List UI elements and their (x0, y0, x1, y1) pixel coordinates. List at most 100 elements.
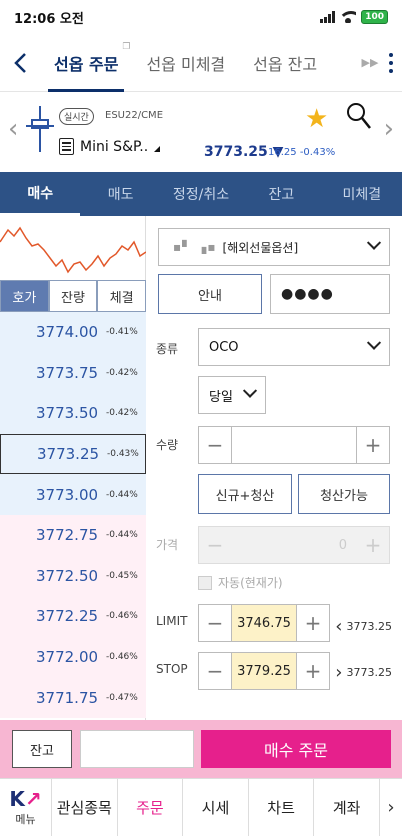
quantity-minus-button[interactable]: − (199, 427, 231, 463)
chevron-down-icon (366, 335, 382, 350)
nav-order[interactable]: 주문 (118, 779, 184, 836)
limit-minus-button[interactable]: − (199, 605, 231, 641)
account-number-masked: ▪▘ ▗▪ (173, 240, 217, 254)
new-close-button[interactable]: 신규+청산 (198, 474, 292, 514)
balance-button[interactable]: 잔고 (12, 730, 72, 768)
instrument-name: Mini S&P.. (80, 138, 149, 155)
next-instrument-icon[interactable]: › (384, 114, 394, 144)
order-form: ▪▘ ▗▪ [해외선물옵션] 안내 ●●●● 종류 OCO 당일 수량 − + … (146, 216, 402, 720)
order-type-value: OCO (209, 339, 239, 355)
orderbook-list: 3774.00 -0.41% 3773.75 -0.42% 3773.50 -0.42… (0, 312, 146, 718)
chevron-down-icon (242, 383, 258, 398)
orderbook-row[interactable]: 3773.75 -0.42% (0, 352, 146, 394)
chevron-right-icon: › (335, 662, 343, 683)
tab-balance[interactable]: 잔고 (241, 172, 321, 216)
limit-label: LIMIT (156, 614, 188, 628)
buy-order-button[interactable]: 매수 주문 (201, 730, 391, 768)
kiwoom-logo-icon: K↗ (9, 786, 42, 811)
tab-futures-unfilled[interactable]: 선옵 미체결 (132, 34, 239, 92)
price-plus-button: + (364, 533, 382, 557)
orderbook-row[interactable]: 3773.50 -0.42% (0, 393, 146, 434)
order-type-tabs: 매수 매도 정정/취소 잔고 미체결 (0, 172, 402, 216)
tab-scroll-right-icon[interactable]: ▶▶ (360, 34, 380, 92)
stop-stepper: − 3779.25 + (198, 652, 330, 690)
nav-more-icon[interactable]: › (380, 779, 402, 836)
checkbox-icon (198, 575, 212, 590)
price-label: 가격 (156, 538, 179, 552)
orderbook-row[interactable]: 3771.75 -0.47% (0, 677, 146, 718)
stop-plus-button[interactable]: + (297, 653, 329, 689)
prev-instrument-icon[interactable]: ‹ (8, 114, 18, 144)
nav-quotes[interactable]: 시세 (183, 779, 249, 836)
signal-icon (320, 11, 336, 23)
menu-label: 메뉴 (15, 812, 36, 826)
orderbook-row[interactable]: 3773.00 -0.44% (0, 474, 146, 515)
external-window-icon: ❐ (122, 41, 131, 52)
tab-buy[interactable]: 매수 (0, 172, 81, 216)
bottom-navigation: K↗ 메뉴 관심종목 주문 시세 차트 계좌 › (0, 778, 402, 836)
tab-modify-cancel[interactable]: 정정/취소 (161, 172, 241, 216)
orderbook-row[interactable]: 3772.50 -0.45% (0, 555, 146, 597)
orderbook-panel: 호가 잔량 체결 3774.00 -0.41% 3773.75 -0.42% 377… (0, 216, 147, 720)
closable-button[interactable]: 청산가능 (298, 474, 390, 514)
auto-current-price-checkbox[interactable]: 자동(현재가) (198, 574, 283, 591)
stop-price-input[interactable]: 3779.25 (231, 653, 297, 689)
nav-chart[interactable]: 차트 (249, 779, 315, 836)
orderbook-row[interactable]: 3772.75 -0.44% (0, 514, 146, 556)
empty-field (80, 730, 194, 768)
instrument-header: ‹ 실시간 ESU22/CME Mini S&P.. ★ 3773.25 ▼ 1… (0, 92, 402, 172)
tab-futures-balance[interactable]: 선옵 잔고 (239, 34, 331, 92)
quantity-label: 수량 (156, 438, 179, 452)
price-minus-button: − (206, 533, 224, 557)
orderbook-row[interactable]: 3772.00 -0.46% (0, 636, 146, 678)
back-button[interactable] (0, 34, 40, 92)
tab-sell[interactable]: 매도 (80, 172, 160, 216)
order-type-select[interactable]: OCO (198, 328, 390, 366)
price-input: 0 (338, 537, 347, 553)
instrument-list-icon (59, 138, 74, 155)
back-arrow-icon (14, 52, 26, 73)
type-label: 종류 (156, 342, 179, 356)
dropdown-corner-icon (148, 146, 160, 152)
segment-remaining[interactable]: 잔량 (48, 280, 98, 312)
nav-watchlist[interactable]: 관심종목 (52, 779, 118, 836)
more-menu-icon[interactable] (380, 34, 402, 92)
price-stepper: − 0 + (198, 526, 390, 564)
order-action-bar: 잔고 매수 주문 (0, 720, 402, 778)
limit-plus-button[interactable]: + (297, 605, 329, 641)
term-select[interactable]: 당일 (198, 376, 266, 414)
search-icon[interactable] (346, 102, 372, 130)
term-value: 당일 (209, 389, 233, 405)
price-change: 16.25 -0.43% (268, 147, 336, 158)
quantity-plus-button[interactable]: + (357, 427, 389, 463)
orderbook-row[interactable]: 3772.25 -0.46% (0, 596, 146, 637)
limit-stepper: − 3746.75 + (198, 604, 330, 642)
orderbook-row[interactable]: 3774.00 -0.41% (0, 312, 146, 353)
nav-account[interactable]: 계좌 (314, 779, 380, 836)
tab-label: 선옵 주문 (54, 54, 119, 74)
quantity-input[interactable] (231, 427, 357, 463)
limit-reference: ‹ 3773.25 (335, 616, 392, 637)
segment-executed[interactable]: 체결 (97, 280, 147, 312)
stop-minus-button[interactable]: − (199, 653, 231, 689)
menu-button[interactable]: K↗ 메뉴 (0, 779, 52, 836)
tab-futures-order[interactable]: 선옵 주문 ❐ (40, 34, 132, 92)
guide-button[interactable]: 안내 (158, 274, 262, 314)
battery-icon: 100 (361, 10, 388, 24)
chevron-down-icon (366, 235, 382, 250)
account-select[interactable]: ▪▘ ▗▪ [해외선물옵션] (158, 228, 390, 266)
stop-reference: › 3773.25 (335, 662, 392, 683)
password-field[interactable]: ●●●● (270, 274, 390, 314)
tab-label: 선옵 미체결 (146, 54, 226, 74)
tab-unfilled[interactable]: 미체결 (322, 172, 402, 216)
favorite-star-icon[interactable]: ★ (305, 104, 328, 134)
account-name: [해외선물옵션] (222, 240, 299, 255)
status-bar: 12:06 오전 100 (0, 0, 402, 34)
instrument-selector[interactable]: Mini S&P.. (59, 138, 148, 155)
orderbook-row-current[interactable]: 3773.25 -0.43% (0, 433, 146, 475)
realtime-badge: 실시간 (59, 108, 94, 125)
limit-price-input[interactable]: 3746.75 (231, 605, 297, 641)
segment-hoga[interactable]: 호가 (0, 280, 49, 312)
stop-label: STOP (156, 662, 188, 676)
tab-label: 선옵 잔고 (253, 54, 318, 74)
